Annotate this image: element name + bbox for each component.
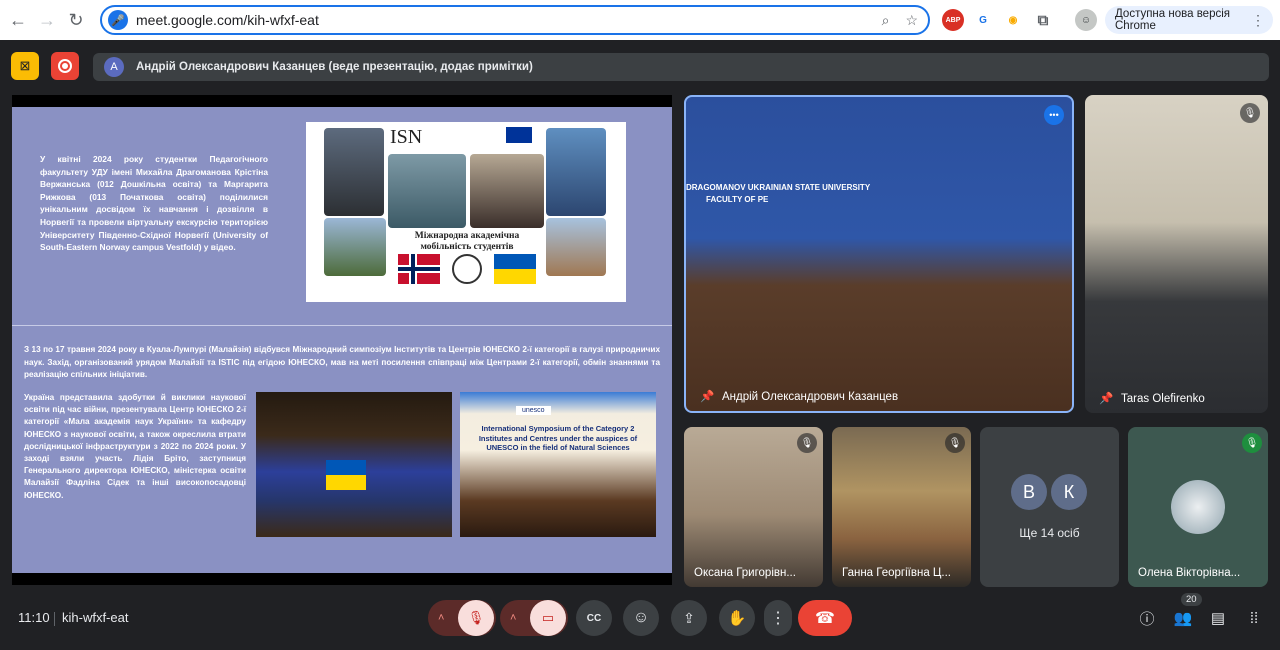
chevron-up-icon[interactable]: ˄ [438,612,444,624]
video-group: ˄ ▭ [500,600,568,636]
stop-presenting-icon[interactable]: ⊠ [11,52,39,80]
address-bar[interactable]: 🎤 meet.google.com/kih-wfxf-eat ⌕ ☆ [100,5,930,35]
meet-top-bar: ⊠ A Андрій Олександрович Казанцев (веде … [0,40,1280,90]
extension-icon[interactable]: ◉ [1002,9,1024,31]
isn-logo: ISN [390,126,423,148]
mic-off-icon[interactable]: 🎙 [458,600,494,636]
symposium-sign-text: International Symposium of the Category … [478,424,638,452]
avatar: К [1051,474,1087,510]
mobility-collage-image: ISN Міжнародна академічна мобільність ст… [306,122,626,302]
mic-off-icon: 🎙 [1240,103,1260,123]
avatar [1171,480,1225,534]
slide-paragraph-1: У квітні 2024 року студентки Педагогічно… [40,154,268,253]
speaking-indicator-icon: ••• [1044,105,1064,125]
university-seal-icon [452,254,482,284]
chat-icon[interactable]: ▤ [1200,600,1236,636]
translate-icon[interactable]: G [972,9,994,31]
bookmark-star-icon[interactable]: ☆ [905,12,918,29]
reload-icon[interactable]: ↻ [63,7,89,33]
participant-tile-oksana[interactable]: 🎙 Оксана Григорівн... [684,427,823,587]
back-icon[interactable]: ← [5,7,31,33]
url-text: meet.google.com/kih-wfxf-eat [136,12,319,28]
participant-tile-olena[interactable]: 🎙 Олена Вікторівна... [1128,427,1268,587]
adblock-icon[interactable]: ABP [942,9,964,31]
raise-hand-icon[interactable]: ✋ [719,600,755,636]
profile-icon[interactable]: ☺ [1075,9,1097,31]
clock: 11:10 [18,610,50,625]
kebab-menu-icon[interactable]: ⋮ [1251,12,1265,29]
update-label: Доступна нова версія Chrome [1115,8,1230,32]
ukraine-flag-icon [494,254,536,284]
collage-caption-line1: Міжнародна академічна [414,231,520,241]
slide-paragraph-3: Україна представила здобутки й виклики н… [24,393,246,500]
norway-flag-icon [398,254,440,284]
presenter-banner-text: Андрій Олександрович Казанцев (веде през… [136,61,533,73]
meeting-code: kih-wfxf-eat [62,610,129,625]
mic-off-icon: 🎙 [1242,433,1262,453]
end-call-icon[interactable]: ☎ [798,600,852,636]
slide-paragraph-2: З 13 по 17 травня 2024 року в Куала-Лумп… [24,345,660,379]
mic-off-icon: 🎙 [945,433,965,453]
eu-flag-icon [506,127,532,143]
presentation-stage: У квітні 2024 року студентки Педагогічно… [12,95,672,585]
more-options-icon[interactable]: ⋮ [764,600,792,636]
participant-name-olena: Олена Вікторівна... [1138,567,1241,579]
browser-toolbar: ← → ↻ 🎤 meet.google.com/kih-wfxf-eat ⌕ ☆… [0,0,1280,40]
audio-group: ˄ 🎙 [428,600,496,636]
ukraine-flag-icon [326,460,366,490]
mic-indicator-icon[interactable]: 🎤 [108,10,128,30]
puzzle-icon[interactable]: ⧉ [1032,9,1054,31]
more-participants-label: Ще 14 осіб [1019,526,1080,540]
participant-tile-main[interactable]: DRAGOMANOV UKRAINIAN STATE UNIVERSITY FA… [684,95,1074,413]
divider [54,612,55,626]
chevron-up-icon[interactable]: ˄ [510,612,516,624]
captions-icon[interactable]: CC [576,600,612,636]
pin-icon[interactable]: 📌 [1099,391,1113,405]
participant-name-taras: Taras Olefirenko [1121,393,1205,405]
forward-icon[interactable]: → [34,7,60,33]
info-icon[interactable]: ⓘ [1129,600,1165,636]
pin-icon[interactable]: 📌 [700,389,714,403]
emoji-icon[interactable]: ☺ [623,600,659,636]
present-icon[interactable]: ⇪ [671,600,707,636]
symposium-stage-photo [256,392,452,537]
room-banner-text-2: FACULTY OF PE [706,195,769,204]
collage-caption-line2: мобільність студентів [420,242,514,252]
participant-tile-taras[interactable]: 🎙 📌 Taras Olefirenko [1085,95,1268,413]
unesco-logo: unesco [516,406,551,415]
zoom-icon[interactable]: ⌕ [882,12,890,29]
slide: У квітні 2024 року студентки Педагогічно… [12,107,672,573]
people-count-badge: 20 [1181,593,1202,606]
participant-tile-hanna[interactable]: 🎙 Ганна Георгіївна Ц... [832,427,971,587]
mic-off-icon: 🎙 [797,433,817,453]
participant-name-main: Андрій Олександрович Казанцев [722,391,899,403]
symposium-panel-photo: unesco International Symposium of the Ca… [460,392,656,537]
camera-off-icon[interactable]: ▭ [530,600,566,636]
presenter-avatar: A [104,57,124,77]
slide-divider [12,325,672,326]
participant-tile-more[interactable]: В К Ще 14 осіб [980,427,1119,587]
avatar: В [1011,474,1047,510]
activities-icon[interactable]: ⁞⁞ [1236,600,1272,636]
participant-name-hanna: Ганна Георгіївна Ц... [842,567,952,579]
participant-name-oksana: Оксана Григорівн... [694,567,796,579]
meet-controls-bar: 11:10 kih-wfxf-eat ˄ 🎙 ˄ ▭ CC ☺ ⇪ ✋ ⋮ ☎ … [0,593,1280,650]
chrome-update-button[interactable]: Доступна нова версія Chrome ⋮ [1105,6,1273,34]
presenter-banner: A Андрій Олександрович Казанцев (веде пр… [93,53,1269,81]
room-banner-text: DRAGOMANOV UKRAINIAN STATE UNIVERSITY [686,183,871,192]
record-icon[interactable] [51,52,79,80]
